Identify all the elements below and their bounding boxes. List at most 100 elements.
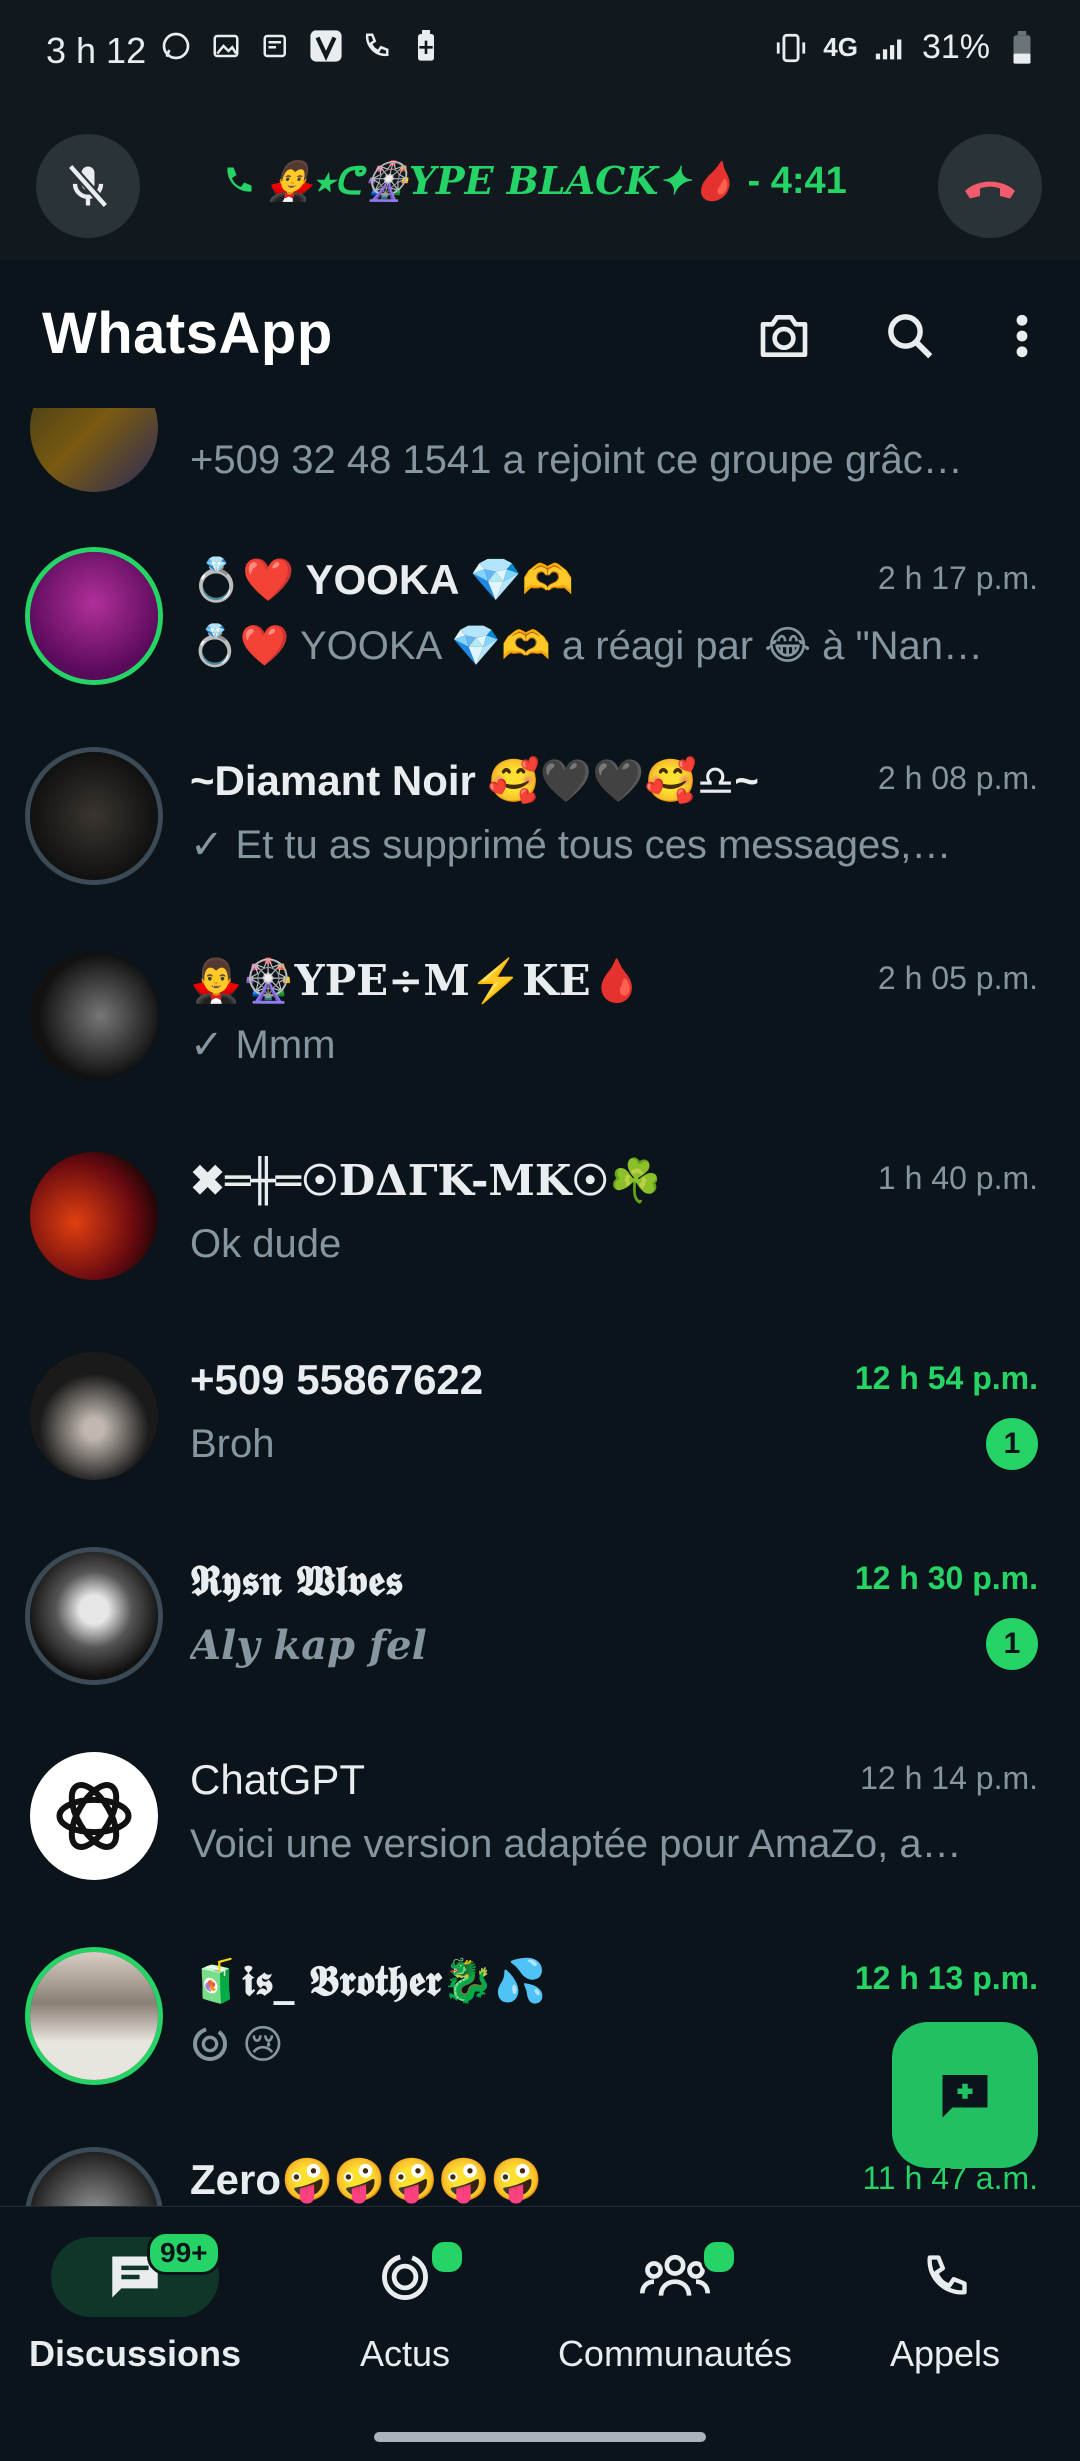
discussions-unread-badge: 99+: [147, 2231, 221, 2275]
tab-actus[interactable]: Actus: [270, 2237, 540, 2375]
chat-row[interactable]: ✖═╫═☉DΔΓK-MK☉☘️ 1 h 40 p.m. Ok dude: [0, 1116, 1080, 1316]
chat-last-message: 😢: [190, 2022, 284, 2068]
network-type: 4G: [823, 32, 858, 62]
communities-icon: [640, 2254, 710, 2296]
news-notif-icon: [258, 28, 294, 64]
chat-last-message-text: 😢: [242, 2023, 284, 2067]
gallery-notif-icon: [208, 28, 244, 64]
tab-appels[interactable]: Appels: [810, 2237, 1080, 2375]
battery-icon: [1004, 30, 1040, 66]
phone-icon: [227, 167, 252, 192]
call-info[interactable]: 🧛‍♂️⭑ᕦ🎡YPE BLACK✦🩸 - 4:41: [220, 158, 847, 204]
chat-name: Zero🤪🤪🤪🤪🤪: [190, 2156, 543, 2203]
communautes-dot: [701, 2239, 737, 2275]
chat-last-message: Voici une version adaptée pour AmaZo, a…: [190, 1822, 962, 1866]
status-bar: 3 h 12 4G 31%: [0, 0, 1080, 100]
caller-name: 🧛‍♂️⭑ᕦ🎡YPE BLACK✦🩸: [266, 158, 738, 203]
home-indicator[interactable]: [374, 2432, 706, 2442]
chat-row[interactable]: 𝕽𝖞𝖘𝖓 𝖂𝖑𝖛𝖊𝖘 12 h 30 p.m. Aly kap fel 1: [0, 1516, 1080, 1716]
avatar: [30, 1752, 158, 1880]
notification-icons: [158, 28, 444, 64]
tab-label: Appels: [889, 2333, 1001, 2374]
camera-icon: [760, 315, 808, 357]
chat-time: 2 h 08 p.m.: [877, 760, 1038, 796]
chat-row[interactable]: 🧛‍♂️🎡YPE÷M⚡KE🩸 2 h 05 p.m. ✓ Mmm: [0, 916, 1080, 1116]
avatar: [30, 952, 158, 1080]
chat-time: 12 h 54 p.m.: [854, 1360, 1038, 1396]
chat-list[interactable]: +509 32 48 1541 a rejoint ce groupe grâc…: [0, 408, 1080, 2208]
battery-percent: 31%: [921, 28, 990, 66]
search-icon: [888, 314, 933, 359]
app-bar: WhatsApp: [0, 260, 1080, 410]
more-options-button[interactable]: [992, 306, 1052, 366]
avatar: [30, 1552, 158, 1680]
chat-last-message: 💍❤️ YOOKA 💎🫶 a réagi par 😂 à "Nan…: [190, 624, 984, 668]
chat-last-message: +509 32 48 1541 a rejoint ce groupe grâc…: [190, 438, 963, 482]
avatar: [30, 408, 158, 492]
chat-name: 💍❤️ YOOKA 💎🫶: [190, 556, 575, 603]
chat-row[interactable]: +509 55867622 12 h 54 p.m. Broh 1: [0, 1316, 1080, 1516]
chat-name: 🧛‍♂️🎡YPE÷M⚡KE🩸: [190, 956, 643, 1005]
calls-icon: [927, 2255, 967, 2295]
unread-count-badge: 1: [986, 1418, 1038, 1470]
status-time: 3 h 12: [46, 30, 147, 71]
chat-name: 𝕽𝖞𝖘𝖓 𝖂𝖑𝖛𝖊𝖘: [190, 1556, 404, 1605]
call-notif-icon: [358, 28, 394, 64]
chat-name: 🧃𝖎𝖘_ 𝕭𝖗𝖔𝖙𝖍𝖊𝖗🐉💦: [190, 1956, 547, 2005]
mute-button[interactable]: [36, 134, 140, 238]
mic-off-icon: [67, 163, 109, 209]
chat-time: 2 h 05 p.m.: [877, 960, 1038, 996]
chatgpt-logo-icon: [56, 1782, 132, 1850]
chat-name: +509 55867622: [190, 1356, 484, 1403]
tab-label: Actus: [359, 2333, 451, 2374]
avatar: [30, 1352, 158, 1480]
chat-time: 12 h 30 p.m.: [854, 1560, 1038, 1596]
more-vert-icon: [1016, 314, 1028, 358]
chat-last-message: ✓ Et tu as supprimé tous ces messages,…: [190, 822, 951, 868]
chat-time: 12 h 14 p.m.: [860, 1760, 1038, 1796]
app-title: WhatsApp: [42, 301, 333, 366]
status-right: 4G 31%: [773, 28, 1040, 67]
new-chat-button[interactable]: [892, 2022, 1038, 2168]
hang-up-button[interactable]: [938, 134, 1042, 238]
tab-discussions[interactable]: 99+ Discussions: [0, 2231, 270, 2375]
vibrate-icon: [773, 30, 809, 66]
chat-last-message-text: Mmm: [235, 1023, 336, 1067]
actus-icon-wrap: [321, 2237, 489, 2317]
tab-label: Communautés: [557, 2333, 793, 2374]
unread-count-badge: 1: [986, 1618, 1038, 1670]
call-duration: - 4:41: [747, 159, 847, 202]
new-chat-icon: [942, 2075, 988, 2118]
chat-row[interactable]: +509 32 48 1541 a rejoint ce groupe grâc…: [0, 408, 1080, 516]
chat-last-message: Ok dude: [190, 1222, 342, 1266]
avatar: [30, 752, 158, 880]
sent-check-icon: ✓: [190, 1023, 224, 1067]
communautes-icon-wrap: [591, 2237, 759, 2317]
chat-row[interactable]: ChatGPT 12 h 14 p.m. Voici une version a…: [0, 1716, 1080, 1916]
avatar: [30, 1952, 158, 2080]
ongoing-call-bar[interactable]: 🧛‍♂️⭑ᕦ🎡YPE BLACK✦🩸 - 4:41: [0, 100, 1080, 260]
chat-name: ChatGPT: [190, 1756, 366, 1803]
status-updates-icon: [382, 2254, 428, 2300]
avatar: [30, 2152, 158, 2208]
bottom-navigation: 99+ Discussions Actus Communautés Appels: [0, 2206, 1080, 2461]
signal-icon: [872, 30, 908, 66]
chat-last-message: ✓ Mmm: [190, 1022, 335, 1068]
chat-name: ~Diamant Noir 🥰🖤🖤🥰♎~: [190, 757, 759, 804]
search-button[interactable]: [880, 306, 940, 366]
chat-name: ✖═╫═☉DΔΓK-MK☉☘️: [190, 1156, 662, 1205]
avatar: [30, 1152, 158, 1280]
chat-last-message-text: Et tu as supprimé tous ces messages,…: [235, 823, 952, 867]
appels-icon-wrap: [861, 2237, 1029, 2317]
camera-button[interactable]: [754, 306, 814, 366]
chat-row[interactable]: 💍❤️ YOOKA 💎🫶 2 h 17 p.m. 💍❤️ YOOKA 💎🫶 a …: [0, 516, 1080, 716]
end-call-icon: [965, 181, 1015, 199]
view-once-icon: [193, 2027, 227, 2061]
chat-time: 1 h 40 p.m.: [877, 1160, 1038, 1196]
tab-label: Discussions: [28, 2333, 242, 2374]
battery-saver-icon: [408, 28, 444, 64]
chat-row[interactable]: ~Diamant Noir 🥰🖤🖤🥰♎~ 2 h 08 p.m. ✓ Et tu …: [0, 716, 1080, 916]
chat-time: 12 h 13 p.m.: [854, 1960, 1038, 1996]
avatar: [30, 552, 158, 680]
tab-communautes[interactable]: Communautés: [540, 2237, 810, 2375]
